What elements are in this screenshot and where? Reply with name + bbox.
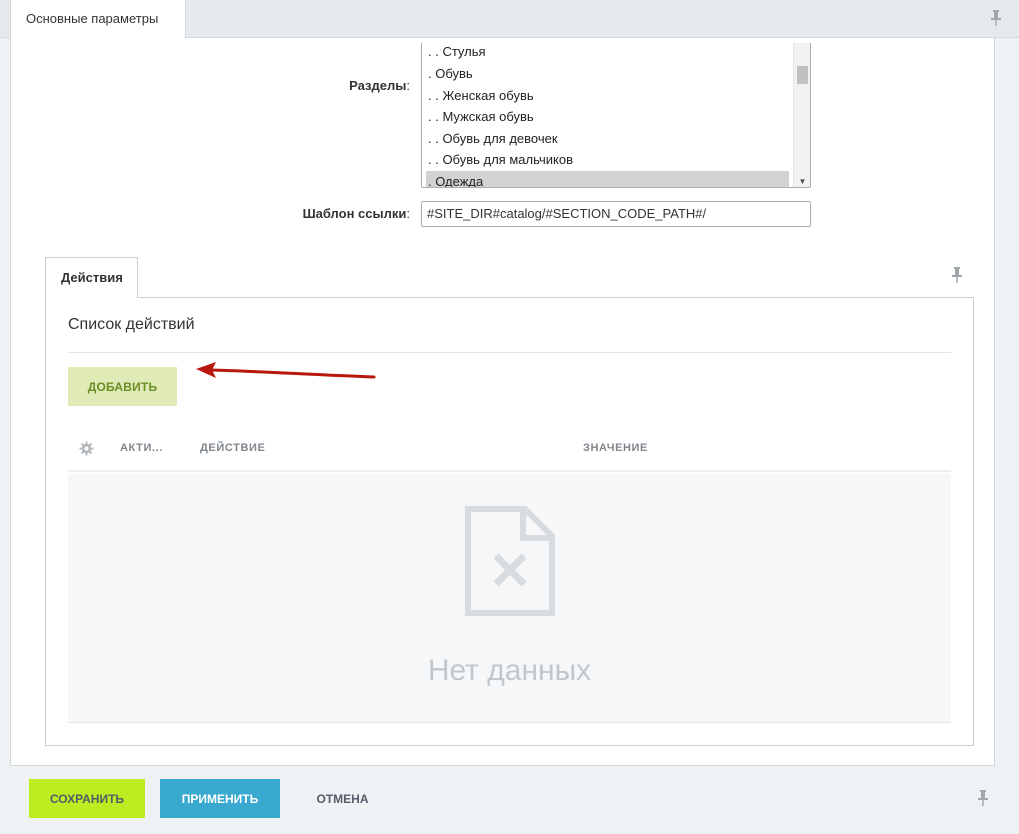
no-data-text: Нет данных (427, 654, 592, 687)
sections-listbox[interactable]: . . Стулья . Обувь . . Женская обувь . .… (421, 43, 811, 188)
add-action-button[interactable]: ДОБАВИТЬ (68, 367, 177, 406)
listbox-scrollbar[interactable]: ▼ (793, 43, 810, 187)
list-item[interactable]: . . Женская обувь (426, 85, 789, 106)
scrollbar-thumb[interactable] (797, 66, 808, 84)
list-item-selected[interactable]: . Одежда (426, 171, 789, 187)
column-header-active[interactable]: АКТИ... (120, 442, 163, 454)
apply-button[interactable]: ПРИМЕНИТЬ (160, 779, 280, 818)
divider (68, 352, 951, 353)
grid-header: АКТИ... ДЕЙСТВИЕ ЗНАЧЕНИЕ (68, 428, 951, 472)
no-data-document-icon (465, 506, 555, 616)
tab-main-params[interactable]: Основные параметры (10, 0, 186, 39)
grid-empty-state: Нет данных (68, 474, 951, 723)
red-arrow-annotation (196, 362, 376, 379)
list-item[interactable]: . . Стулья (426, 43, 789, 62)
actions-title: Список действий (68, 316, 195, 333)
pin-icon[interactable] (977, 790, 989, 806)
pin-icon[interactable] (990, 10, 1002, 26)
save-button[interactable]: СОХРАНИТЬ (29, 779, 145, 818)
gear-icon[interactable] (79, 441, 94, 456)
list-item[interactable]: . . Мужская обувь (426, 106, 789, 127)
actions-panel: Список действий ДОБАВИТЬ АКТИ... ДЕЙСТВИ… (45, 297, 974, 746)
tab-actions[interactable]: Действия (45, 257, 138, 298)
link-template-input[interactable]: #SITE_DIR#catalog/#SECTION_CODE_PATH#/ (421, 201, 811, 227)
list-item[interactable]: . . Обувь для мальчиков (426, 149, 789, 170)
list-item[interactable]: . Обувь (426, 63, 789, 84)
bottom-button-bar: СОХРАНИТЬ ПРИМЕНИТЬ ОТМЕНА (0, 766, 1019, 834)
cancel-button[interactable]: ОТМЕНА (300, 779, 385, 818)
column-header-value[interactable]: ЗНАЧЕНИЕ (583, 442, 648, 454)
main-form-panel: Разделы: . . Стулья . Обувь . . Женская … (10, 38, 995, 766)
top-tab-strip: Основные параметры (0, 0, 1019, 39)
sections-label: Разделы: (349, 78, 410, 93)
column-header-action[interactable]: ДЕЙСТВИЕ (200, 442, 265, 454)
scroll-down-arrow-icon[interactable]: ▼ (794, 176, 810, 187)
pin-icon[interactable] (951, 267, 963, 283)
link-template-label: Шаблон ссылки: (302, 206, 410, 221)
list-item[interactable]: . . Обувь для девочек (426, 128, 789, 149)
